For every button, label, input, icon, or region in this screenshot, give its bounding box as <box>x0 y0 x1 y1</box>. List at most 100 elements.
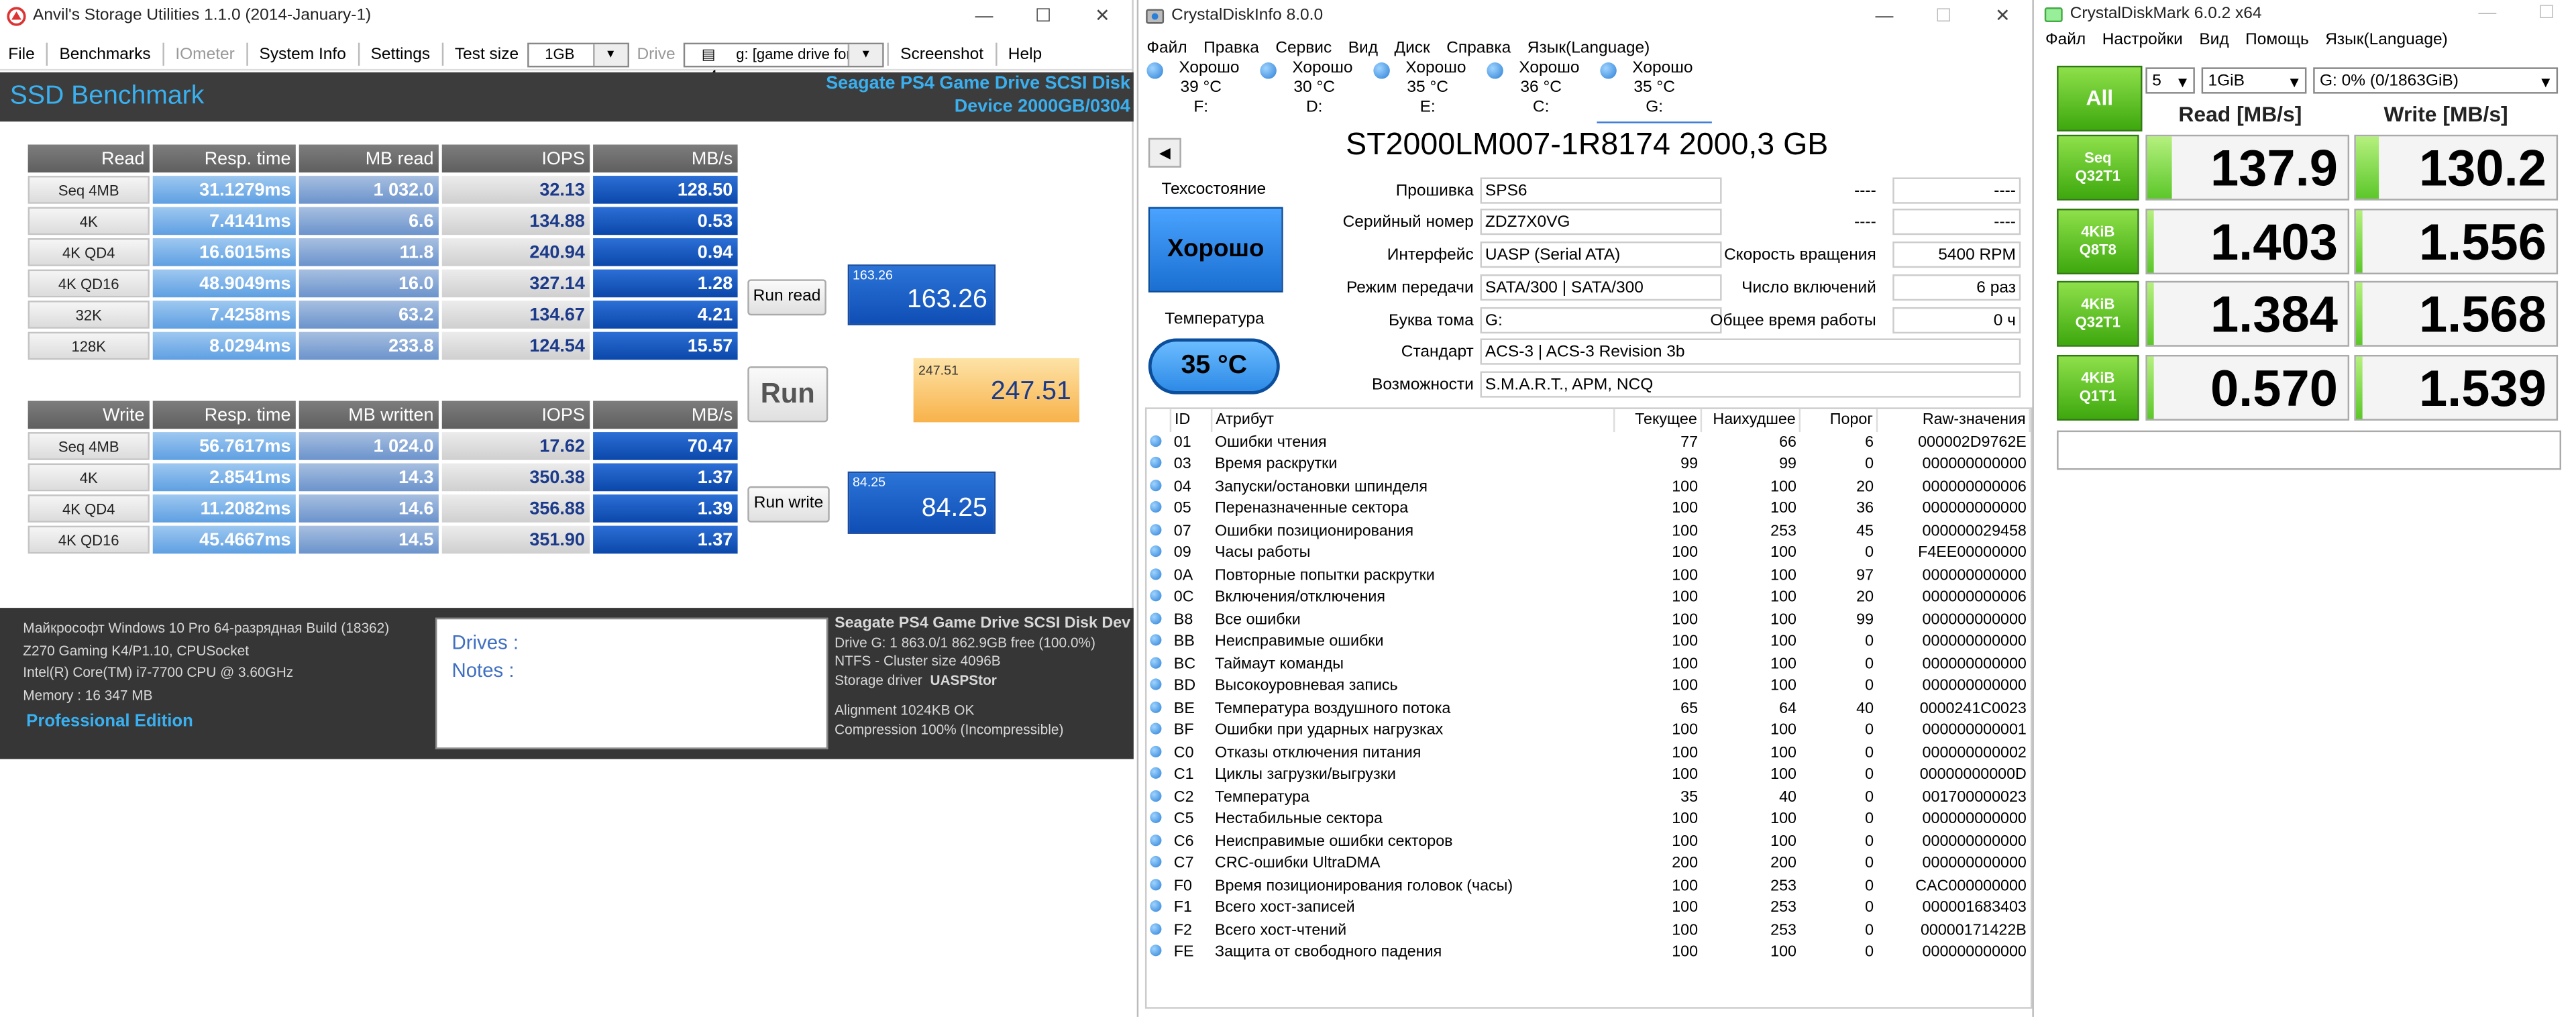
drive-tab[interactable]: Хорошо 39 °C F: <box>1144 59 1258 121</box>
test-label-button[interactable]: 4K QD16 <box>28 269 150 298</box>
smart-row[interactable]: C6 Неисправимые ошибки секторов 100 100 0 000… <box>1146 831 2029 853</box>
smart-row[interactable]: F1 Всего хост-записей 100 253 0 000001683403 <box>1146 897 2029 919</box>
menu-settings[interactable]: Settings <box>362 45 438 63</box>
test-button[interactable]: 4KiB Q1T1 <box>2057 354 2139 420</box>
smart-row[interactable]: F0 Время позиционирования головок (часы) 1… <box>1146 875 2029 897</box>
smart-row[interactable]: BF Ошибки при ударных нагрузках 100 100 0 000… <box>1146 720 2029 742</box>
iops-cell: 134.88 <box>441 207 590 235</box>
menu-file[interactable]: Файл <box>2037 30 2094 48</box>
smart-row[interactable]: C0 Отказы отключения питания 100 100 0 000000… <box>1146 742 2029 764</box>
menu-file[interactable]: Файл <box>1138 39 1195 57</box>
test-button[interactable]: 4KiB Q8T8 <box>2057 207 2139 274</box>
menu-view[interactable]: Вид <box>2191 30 2237 48</box>
smart-row[interactable]: C7 CRC-ошибки UltraDMA 200 200 0 000000000000 <box>1146 853 2029 875</box>
smart-row[interactable]: F2 Всего хост-чтений 100 253 0 00000171422B <box>1146 919 2029 941</box>
menu-iometer[interactable]: IOmeter <box>167 45 243 63</box>
smart-row[interactable]: 07 Ошибки позиционирования 100 253 45 0000000… <box>1146 520 2029 542</box>
smart-row[interactable]: B8 Все ошибки 100 100 99 000000000000 <box>1146 608 2029 631</box>
smart-row[interactable]: BD Высокоуровневая запись 100 100 0 000000000… <box>1146 676 2029 698</box>
smart-row[interactable]: 09 Часы работы 100 100 0 F4EE00000000 <box>1146 542 2029 564</box>
menu-help[interactable]: Help <box>1000 45 1051 63</box>
drive-tab[interactable]: Хорошо 35 °C G: <box>1597 59 1712 123</box>
test-label-button[interactable]: 32K <box>28 301 150 329</box>
drive-tab[interactable]: Хорошо 36 °C C: <box>1483 59 1598 121</box>
smart-current-header[interactable]: Текущее <box>1614 409 1703 431</box>
minimize-icon[interactable]: — <box>955 0 1014 33</box>
menu-view[interactable]: Вид <box>1340 39 1386 57</box>
smart-threshold: 45 <box>1856 522 1874 541</box>
smart-row[interactable]: C2 Температура 35 40 0 001700000023 <box>1146 786 2029 808</box>
smart-id-header[interactable]: ID <box>1170 409 1213 431</box>
smart-row[interactable]: C1 Циклы загрузки/выгрузки 100 100 0 00000000… <box>1146 764 2029 786</box>
menu-service[interactable]: Сервис <box>1267 39 1340 57</box>
test-button[interactable]: Seq Q32T1 <box>2057 134 2139 201</box>
close-icon[interactable]: ✕ <box>1073 0 1132 33</box>
menu-settings[interactable]: Настройки <box>2094 30 2191 48</box>
test-label-button[interactable]: 4K QD4 <box>28 238 150 266</box>
test-label-button[interactable]: 4K <box>28 463 150 492</box>
smart-row[interactable]: BC Таймаут команды 100 100 0 000000000000 <box>1146 653 2029 675</box>
smart-row[interactable]: BE Температура воздушного потока 65 64 40 000… <box>1146 698 2029 720</box>
menu-edit[interactable]: Правка <box>1195 39 1267 57</box>
mb-cell: 1 032.0 <box>299 176 439 204</box>
menu-language[interactable]: Язык(Language) <box>2317 30 2456 48</box>
comment-field[interactable] <box>2057 430 2561 470</box>
minimize-icon[interactable]: — <box>1855 0 1914 33</box>
test-label-button[interactable]: Seq 4MB <box>28 176 150 204</box>
smart-threshold-header[interactable]: Порог <box>1799 409 1878 431</box>
health-status[interactable]: Хорошо <box>1148 207 1283 292</box>
menu-screenshot[interactable]: Screenshot <box>892 45 991 63</box>
drive-tab[interactable]: Хорошо 30 °C D: <box>1256 59 1371 121</box>
maximize-icon[interactable]: ☐ <box>2517 0 2576 28</box>
test-label-button[interactable]: 4K QD16 <box>28 525 150 554</box>
smart-row[interactable]: BB Неисправимые ошибки 100 100 0 000000000000 <box>1146 631 2029 653</box>
test-button[interactable]: 4KiB Q32T1 <box>2057 280 2139 347</box>
minimize-icon[interactable]: — <box>2458 0 2517 28</box>
test-label-button[interactable]: Seq 4MB <box>28 432 150 460</box>
menu-disk[interactable]: Диск <box>1386 39 1438 57</box>
smart-row[interactable]: C5 Нестабильные сектора 100 100 0 00000000000… <box>1146 808 2029 831</box>
standard-label: Стандарт <box>1401 343 1474 362</box>
count-select[interactable]: 5 ▼ <box>2145 67 2195 94</box>
all-button[interactable]: All <box>2057 65 2143 131</box>
notes-box[interactable]: Drives : Notes : <box>435 617 828 749</box>
maximize-icon[interactable]: ☐ <box>1014 0 1073 33</box>
menu-file[interactable]: File <box>0 45 43 63</box>
run-button[interactable]: Run <box>747 366 828 423</box>
menu-system-info[interactable]: System Info <box>251 45 354 63</box>
anvil-window: Anvil's Storage Utilities 1.1.0 (2014-Ja… <box>0 0 1134 759</box>
write-result-bar <box>2355 136 2379 199</box>
iops-header: IOPS <box>441 144 590 173</box>
test-label-button[interactable]: 4K QD4 <box>28 494 150 523</box>
smart-id: 0C <box>1173 588 1194 607</box>
smart-row[interactable]: 01 Ошибки чтения 77 66 6 000002D9762E <box>1146 431 2029 453</box>
smart-row[interactable]: 0A Повторные попытки раскрутки 100 100 97 000… <box>1146 564 2029 586</box>
test-label-button[interactable]: 128K <box>28 331 150 360</box>
menu-benchmarks[interactable]: Benchmarks <box>51 45 159 63</box>
size-select[interactable]: 1GiB ▼ <box>2201 67 2307 94</box>
drive-tab[interactable]: Хорошо 35 °C E: <box>1370 59 1485 121</box>
smart-worst-header[interactable]: Наихудшее <box>1701 409 1801 431</box>
smart-worst: 253 <box>1770 877 1796 896</box>
smart-row[interactable]: FE Защита от свободного падения 100 100 0 000… <box>1146 941 2029 963</box>
close-icon[interactable]: ✕ <box>1973 0 2032 33</box>
test-size-select[interactable]: 1GB ▼ <box>527 42 629 67</box>
menu-help[interactable]: Справка <box>1438 39 1519 57</box>
smart-row[interactable]: 0C Включения/отключения 100 100 20 0000000000… <box>1146 586 2029 608</box>
menu-help[interactable]: Помощь <box>2237 30 2317 48</box>
maximize-icon[interactable]: ☐ <box>1914 0 1973 33</box>
menu-language[interactable]: Язык(Language) <box>1519 39 1658 57</box>
test-label-button[interactable]: 4K <box>28 207 150 235</box>
smart-worst: 100 <box>1770 588 1796 607</box>
smart-table[interactable]: ID Атрибут Текущее Наихудшее Порог Raw-з… <box>1144 407 2033 1009</box>
run-read-button[interactable]: Run read <box>747 279 826 316</box>
drive-select[interactable]: ▤ g: [game drive for ps4▼ <box>683 42 884 83</box>
drive-select[interactable]: G: 0% (0/1863GiB) ▼ <box>2313 67 2559 94</box>
run-write-button[interactable]: Run write <box>747 486 830 523</box>
smart-row[interactable]: 04 Запуски/остановки шпинделя 100 100 20 0000… <box>1146 476 2029 498</box>
smart-worst: 100 <box>1770 500 1796 519</box>
smart-row[interactable]: 05 Переназначенные сектора 100 100 36 0000000… <box>1146 498 2029 520</box>
smart-attribute-header[interactable]: Атрибут <box>1212 409 1615 431</box>
smart-raw-header[interactable]: Raw-значения <box>1876 409 2031 431</box>
smart-row[interactable]: 03 Время раскрутки 99 99 0 000000000000 <box>1146 453 2029 476</box>
